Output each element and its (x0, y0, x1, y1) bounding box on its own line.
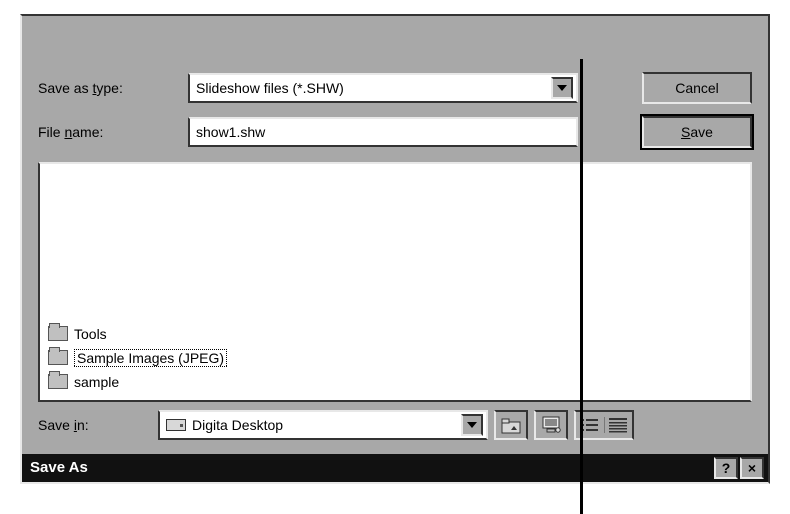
titlebar: Save As ? × (22, 454, 768, 482)
file-list[interactable]: sample Sample Images (JPEG) Tools (38, 162, 752, 402)
dropdown-button[interactable] (461, 414, 483, 436)
save-as-dialog: Save As ? × Save in: Digita Desktop (20, 14, 770, 484)
savetype-label: Save as type: (38, 80, 188, 96)
list-item[interactable]: Tools (46, 322, 744, 346)
save-as-type-combo[interactable]: Slideshow files (*.SHW) (188, 73, 578, 103)
list-item[interactable]: sample (46, 370, 744, 394)
dialog-title: Save As (26, 460, 712, 477)
drive-icon (166, 419, 186, 431)
folder-icon (48, 327, 68, 342)
save-in-row: Save in: Digita Desktop (38, 410, 752, 440)
help-button[interactable]: ? (714, 457, 738, 479)
desktop-icon (540, 415, 562, 435)
callout-line (580, 59, 583, 514)
up-one-level-icon (501, 416, 521, 434)
view-buttons[interactable] (574, 410, 634, 440)
folder-icon (48, 351, 68, 366)
dropdown-button[interactable] (551, 77, 573, 99)
folder-icon (48, 375, 68, 390)
save-in-combo[interactable]: Digita Desktop (158, 410, 488, 440)
chevron-down-icon (467, 422, 477, 428)
save-button[interactable]: Save (642, 116, 752, 148)
filename-label: File name: (38, 124, 188, 140)
filename-row: File name: show1.shw Save (38, 116, 752, 148)
save-in-label: Save in: (38, 417, 158, 433)
savetype-row: Save as type: Slideshow files (*.SHW) Ca… (38, 72, 752, 104)
close-button[interactable]: × (740, 457, 764, 479)
up-one-level-button[interactable] (494, 410, 528, 440)
cancel-button[interactable]: Cancel (642, 72, 752, 104)
details-view-icon (608, 417, 628, 433)
filename-input[interactable]: show1.shw (188, 117, 578, 147)
desktop-button[interactable] (534, 410, 568, 440)
chevron-down-icon (557, 85, 567, 91)
save-in-value: Digita Desktop (192, 417, 283, 433)
list-item[interactable]: Sample Images (JPEG) (46, 346, 744, 370)
